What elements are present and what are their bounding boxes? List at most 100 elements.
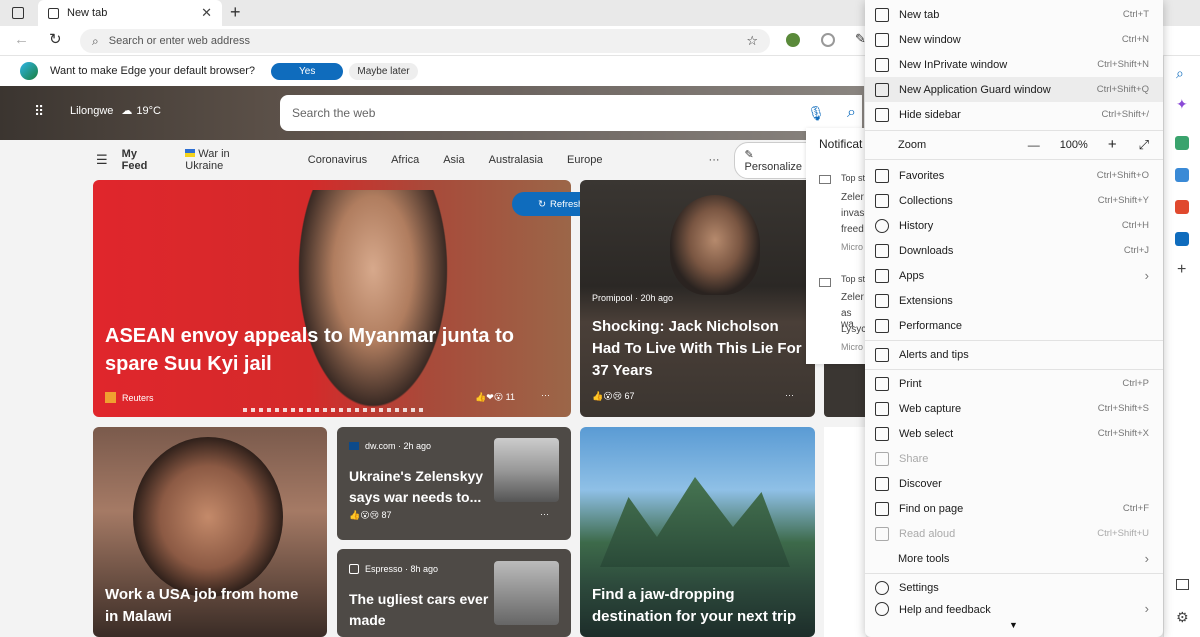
zoom-value: 100% [1059, 138, 1088, 151]
carousel-indicator[interactable] [243, 408, 423, 412]
news-card-ugly-cars[interactable]: Espresso · 8h ago The ugliest cars ever … [337, 549, 571, 637]
news-card-usa-job[interactable]: Work a USA job from home in Malawi [93, 427, 327, 637]
search-icon[interactable]: ⌕ [847, 104, 856, 122]
news-card-asean[interactable]: ASEAN envoy appeals to Myanmar junta to … [93, 180, 571, 417]
back-icon[interactable]: ← [14, 31, 29, 48]
tab-title: New tab [67, 7, 108, 19]
menu-divider [865, 369, 1163, 370]
menu-item-help-and-feedback[interactable]: Help and feedback › [865, 600, 1163, 616]
menu-item-history[interactable]: History Ctrl+H [865, 213, 1163, 238]
apps-grid-icon[interactable]: ⠿ [34, 103, 44, 120]
share-icon [875, 451, 889, 466]
add-favorite-icon[interactable]: ☆ [746, 33, 758, 49]
menu-item-new-inprivate-window[interactable]: New InPrivate window Ctrl+Shift+N [865, 52, 1163, 77]
more-options-icon[interactable]: ··· [540, 509, 549, 519]
side-card-blank [824, 427, 866, 637]
search-icon[interactable]: ⌕ [1176, 65, 1184, 82]
collections-icon [875, 193, 889, 208]
menu-item-new-tab[interactable]: New tab Ctrl+T [865, 2, 1163, 27]
copilot-icon[interactable]: ✦ [1176, 96, 1188, 113]
more-options-icon[interactable]: ··· [785, 390, 794, 400]
menu-item-downloads[interactable]: Downloads Ctrl+J [865, 238, 1163, 263]
menu-item-settings[interactable]: Settings [865, 575, 1163, 600]
more-options-icon[interactable]: ··· [541, 390, 550, 400]
news-icon [819, 175, 831, 184]
outlook-icon[interactable] [1175, 232, 1189, 246]
menu-item-hide-sidebar[interactable]: Hide sidebar Ctrl+Shift+/ [865, 102, 1163, 127]
tab-new-tab[interactable]: New tab ✕ [38, 0, 222, 26]
add-icon[interactable]: + [1177, 261, 1186, 279]
menu-item-extensions[interactable]: Extensions [865, 288, 1163, 313]
news-card-zelenskyy[interactable]: dw.com · 2h ago Ukraine's Zelenskyy says… [337, 427, 571, 540]
weather-location: Lilongwe [70, 104, 114, 117]
discover-icon [875, 476, 889, 491]
menu-item-print[interactable]: Print Ctrl+P [865, 371, 1163, 396]
menu-item-more-tools[interactable]: More tools › [865, 546, 1163, 571]
portrait-image [293, 190, 453, 417]
new-tab-button[interactable]: + [230, 2, 241, 23]
zoom-in-button[interactable]: + [1108, 136, 1117, 153]
feed-more-button[interactable]: ··· [709, 154, 720, 166]
menu-item-favorites[interactable]: Favorites Ctrl+Shift+O [865, 163, 1163, 188]
office-icon[interactable] [1175, 200, 1189, 214]
address-bar[interactable]: ⌕ Search or enter web address ☆ [80, 29, 770, 53]
menu-item-find-on-page[interactable]: Find on page Ctrl+F [865, 496, 1163, 521]
notif-line: Lysyc [841, 324, 867, 335]
menu-item-shortcut: Ctrl+Shift+O [1096, 170, 1149, 181]
menu-divider [865, 573, 1163, 574]
menu-item-shortcut: Ctrl+T [1122, 9, 1149, 20]
edge-logo [20, 62, 38, 80]
feed-item-asia[interactable]: Asia [443, 154, 464, 166]
feed-item-my-feed[interactable]: My Feed [122, 148, 162, 172]
yes-button[interactable]: Yes [271, 62, 344, 80]
menu-item-performance[interactable]: Performance [865, 313, 1163, 338]
news-card-nicholson[interactable]: Promipool · 20h ago Shocking: Jack Nicho… [580, 180, 815, 417]
reactions[interactable]: 👍😮😢 67 [592, 391, 635, 402]
web-search-box[interactable]: Search the web 🎙︎ ⌕ [280, 95, 862, 131]
games-icon[interactable] [1175, 168, 1189, 182]
menu-item-new-window[interactable]: New window Ctrl+N [865, 27, 1163, 52]
fullscreen-icon[interactable]: ⤢ [1139, 137, 1149, 153]
menu-item-web-select[interactable]: Web select Ctrl+Shift+X [865, 421, 1163, 446]
menu-item-alerts-and-tips[interactable]: Alerts and tips [865, 342, 1163, 367]
menu-item-label: New window [899, 33, 961, 46]
reactions[interactable]: 👍❤😮 11 [475, 392, 515, 403]
card-title: Ukraine's Zelenskyy says war needs to... [349, 468, 484, 505]
gear-icon[interactable]: ⚙ [1176, 609, 1189, 626]
tools-icon[interactable] [1175, 136, 1189, 150]
zoom-out-button[interactable]: — [1028, 138, 1040, 152]
copilot-icon[interactable] [821, 33, 835, 47]
menu-item-shortcut: Ctrl+Shift+U [1097, 528, 1149, 539]
menu-item-apps[interactable]: Apps › [865, 263, 1163, 288]
feed-item-australasia[interactable]: Australasia [489, 154, 543, 166]
news-card-destination[interactable]: Find a jaw-dropping destination for your… [580, 427, 815, 637]
edge-sidebar: ⌕ ✦ + ⚙ [1163, 56, 1200, 637]
menu-item-collections[interactable]: Collections Ctrl+Shift+Y [865, 188, 1163, 213]
refresh-icon[interactable]: ↻ [49, 30, 62, 48]
scroll-down-icon[interactable]: ▼ [1009, 620, 1018, 630]
menu-item-label: Web capture [899, 402, 962, 415]
microphone-icon[interactable]: 🎙︎ [807, 105, 825, 122]
weather[interactable]: Lilongwe ☁ 19°C [70, 104, 161, 118]
menu-item-label: Alerts and tips [899, 348, 969, 361]
infobar-message: Want to make Edge your default browser? [50, 65, 256, 77]
hamburger-icon[interactable]: ☰ [96, 152, 108, 168]
extension-icon[interactable] [786, 33, 800, 47]
feed-item-war-in-ukraine[interactable]: War in Ukraine [185, 148, 283, 172]
feed-item-europe[interactable]: Europe [567, 154, 602, 166]
feed-item-coronavirus[interactable]: Coronavirus [308, 154, 367, 166]
maybe-later-button[interactable]: Maybe later [349, 62, 418, 80]
menu-item-discover[interactable]: Discover [865, 471, 1163, 496]
notifications-panel[interactable]: Notificat Top st Zeler invas freed Micro… [806, 128, 866, 364]
sidebar-toggle-icon[interactable] [1176, 579, 1189, 590]
tab-actions-icon[interactable] [12, 7, 24, 19]
close-icon[interactable]: ✕ [201, 5, 212, 21]
notif-tag-1: Top st [841, 173, 866, 183]
reactions[interactable]: 👍😮😢 87 [349, 510, 392, 521]
chevron-right-icon: › [1144, 551, 1149, 566]
feed-item-africa[interactable]: Africa [391, 154, 419, 166]
menu-item-new-application-guard-window[interactable]: New Application Guard window Ctrl+Shift+Q [865, 77, 1163, 102]
menu-item-label: Web select [899, 427, 954, 440]
menu-item-web-capture[interactable]: Web capture Ctrl+Shift+S [865, 396, 1163, 421]
printer-icon [875, 376, 889, 391]
